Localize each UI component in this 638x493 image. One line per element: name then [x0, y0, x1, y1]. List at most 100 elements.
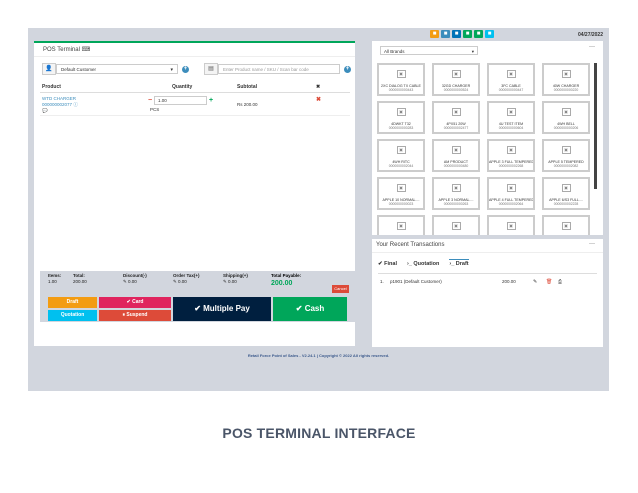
- image-placeholder-icon: ▣: [561, 222, 571, 230]
- product-card[interactable]: ▣ APPLE 3 NORMAL.... 0000000000263: [432, 177, 480, 210]
- product-card[interactable]: ▣ 4PX51 20W 0000000002477: [432, 101, 480, 134]
- pos-title: POS Terminal ⌨: [43, 46, 90, 53]
- comment-icon[interactable]: 💬: [42, 108, 78, 114]
- draft-button[interactable]: Draft: [48, 297, 97, 308]
- user-icon: 👤: [42, 63, 56, 75]
- caption: POS TERMINAL INTERFACE: [222, 425, 416, 441]
- product-card[interactable]: ▣ 4DWKT T32 0000000000283: [377, 101, 425, 134]
- discount[interactable]: Discount(-) ✎ 0.00: [123, 273, 147, 285]
- toolbar-green2-icon[interactable]: ■: [474, 30, 483, 38]
- tab-final[interactable]: ✔ Final: [378, 261, 397, 270]
- customer-select[interactable]: Default Customer ▾: [56, 64, 178, 74]
- remove-item-icon[interactable]: ✖: [316, 96, 321, 103]
- total: Total: 200.00: [73, 273, 87, 285]
- product-card[interactable]: ▣ APPLE 4 FULL TEMPERED 0000000002064: [487, 177, 535, 210]
- toolbar-orange-icon[interactable]: ■: [430, 30, 439, 38]
- product-card[interactable]: ▣ APPLE 3 FULL TEMPERED 0000000002268: [487, 139, 535, 172]
- product-card[interactable]: ▣ 4WH BELL 0000000000206: [542, 101, 590, 134]
- product-card[interactable]: ▣ 2XC DIALOG TX CABLE 0000000000443: [377, 63, 425, 96]
- cart-table: Product Quantity Subtotal ✖ WTD CHARGER …: [40, 82, 350, 116]
- delete-icon[interactable]: 🗑: [546, 279, 552, 285]
- product-card[interactable]: ▣ AM PRODUCT 0000000000480: [432, 139, 480, 172]
- cancel-button[interactable]: Cancel: [332, 285, 349, 293]
- collapse-icon[interactable]: —: [589, 241, 595, 247]
- scrollbar[interactable]: [594, 63, 597, 189]
- items-total: Items: 1.00: [48, 273, 61, 285]
- cash-button[interactable]: ✔ Cash: [273, 297, 347, 321]
- print-icon[interactable]: ⎙: [558, 279, 562, 285]
- col-product: Product: [42, 84, 61, 90]
- toolbar-green1-icon[interactable]: ■: [463, 30, 472, 38]
- tab-draft-label: Draft: [455, 261, 469, 267]
- keyboard-icon[interactable]: ⌨: [82, 47, 91, 53]
- product-card[interactable]: ▣: [487, 215, 535, 235]
- product-card-code: 0000000000283: [388, 126, 414, 130]
- add-customer-button[interactable]: +: [182, 65, 189, 73]
- discount-value: 0.00: [128, 279, 137, 284]
- product-card[interactable]: ▣ 4WH RITC 0000000002044: [377, 139, 425, 172]
- product-card[interactable]: ▣ APPLE 5 TEMPERED 0000000002082: [542, 139, 590, 172]
- brand-select[interactable]: All Brands ▾: [380, 46, 478, 55]
- transactions-title: Your Recent Transactions: [376, 242, 445, 248]
- product-card-code: 0000000002044: [388, 164, 414, 168]
- image-placeholder-icon: ▣: [396, 146, 406, 154]
- increase-button[interactable]: +: [207, 97, 215, 104]
- product-code: 000000002077: [42, 102, 73, 107]
- image-placeholder-icon: ▣: [506, 184, 516, 192]
- product-card[interactable]: ▣ APPLE 6/S3 FULL.... 0000000002228: [542, 177, 590, 210]
- quotation-button[interactable]: Quotation: [48, 310, 97, 321]
- add-product-button[interactable]: +: [344, 65, 351, 73]
- cash-label: Cash: [304, 304, 325, 313]
- chevron-down-icon: ▾: [170, 67, 173, 73]
- tab-quotation-label: Quotation: [413, 261, 440, 267]
- payable-label: Total Payable:: [271, 273, 302, 278]
- edit-icon[interactable]: ✎: [533, 279, 537, 285]
- info-icon[interactable]: ⓘ: [73, 102, 78, 107]
- order-tax-value: 0.00: [178, 279, 187, 284]
- tab-draft[interactable]: ›_ Draft: [449, 259, 469, 270]
- toolbar-lightblue-icon[interactable]: ■: [485, 30, 494, 38]
- collapse-icon[interactable]: —: [589, 44, 595, 50]
- product-search-input[interactable]: Enter Product name / SKU / Scan bar code: [218, 64, 340, 74]
- toolbar-blue2-icon[interactable]: ■: [452, 30, 461, 38]
- toolbar-blue1-icon[interactable]: ■: [441, 30, 450, 38]
- app-screen: ■ ■ ■ ■ ■ ■ 04/27/2022 POS Terminal ⌨ 👤 Defau…: [28, 28, 609, 391]
- product-grid: ▣ 2XC DIALOG TX CABLE 0000000000443 ▣ 32GD C…: [377, 63, 593, 235]
- product-card[interactable]: ▣ 4U TEST ITEM 0000000000604: [487, 101, 535, 134]
- decrease-button[interactable]: −: [146, 97, 154, 104]
- customer-value: Default Customer: [61, 67, 97, 72]
- image-placeholder-icon: ▣: [506, 70, 516, 78]
- product-card-code: 0000000002477: [443, 126, 469, 130]
- pos-title-text: POS Terminal: [43, 47, 80, 53]
- product-card-code: 0000000000023: [388, 202, 414, 206]
- product-card-code: 0000000000263: [443, 202, 469, 206]
- items-value: 1.00: [48, 279, 57, 284]
- product-card[interactable]: ▣: [542, 215, 590, 235]
- transaction-ref[interactable]: p1901 (Default Customer): [390, 279, 442, 284]
- transaction-amount: 200.00: [502, 279, 516, 284]
- card-button[interactable]: ✔ Card: [99, 297, 171, 308]
- product-card[interactable]: ▣ 40W CHARGER 0000000000220: [542, 63, 590, 96]
- multiple-pay-label: Multiple Pay: [203, 304, 250, 313]
- tab-quotation[interactable]: ›_ Quotation: [407, 261, 439, 270]
- tab-final-label: Final: [384, 261, 397, 267]
- product-card[interactable]: ▣ 32GD CHARGER 0000000000524: [432, 63, 480, 96]
- product-card[interactable]: ▣: [432, 215, 480, 235]
- table-row: WTD CHARGER 000000002077 ⓘ 💬 − 1.00 + PC…: [40, 93, 350, 116]
- product-card[interactable]: ▣ APPLE 10 NORMAL.... 0000000000023: [377, 177, 425, 210]
- suspend-button[interactable]: ⏸ Suspend: [99, 310, 171, 321]
- product-card[interactable]: ▣: [377, 215, 425, 235]
- total-value: 200.00: [73, 279, 87, 284]
- image-placeholder-icon: ▣: [396, 222, 406, 230]
- products-panel: All Brands ▾ — ▣ 2XC DIALOG TX CABLE 000000…: [372, 41, 603, 235]
- product-card-code: 0000000000206: [553, 126, 579, 130]
- shipping[interactable]: Shipping(+) ✎ 0.00: [223, 273, 248, 285]
- order-tax[interactable]: Order Tax(+) ✎ 0.00: [173, 273, 200, 285]
- quantity-input[interactable]: 1.00: [154, 96, 207, 105]
- image-placeholder-icon: ▣: [396, 70, 406, 78]
- product-card[interactable]: ▣ 3FC CABLE 0000000000447: [487, 63, 535, 96]
- footer-text: Retail Force Point of Sales - V2.24.1 | …: [247, 353, 390, 358]
- product-card-code: 0000000000480: [443, 164, 469, 168]
- transaction-number: 1.: [380, 279, 384, 284]
- multiple-pay-button[interactable]: ✔ Multiple Pay: [173, 297, 271, 321]
